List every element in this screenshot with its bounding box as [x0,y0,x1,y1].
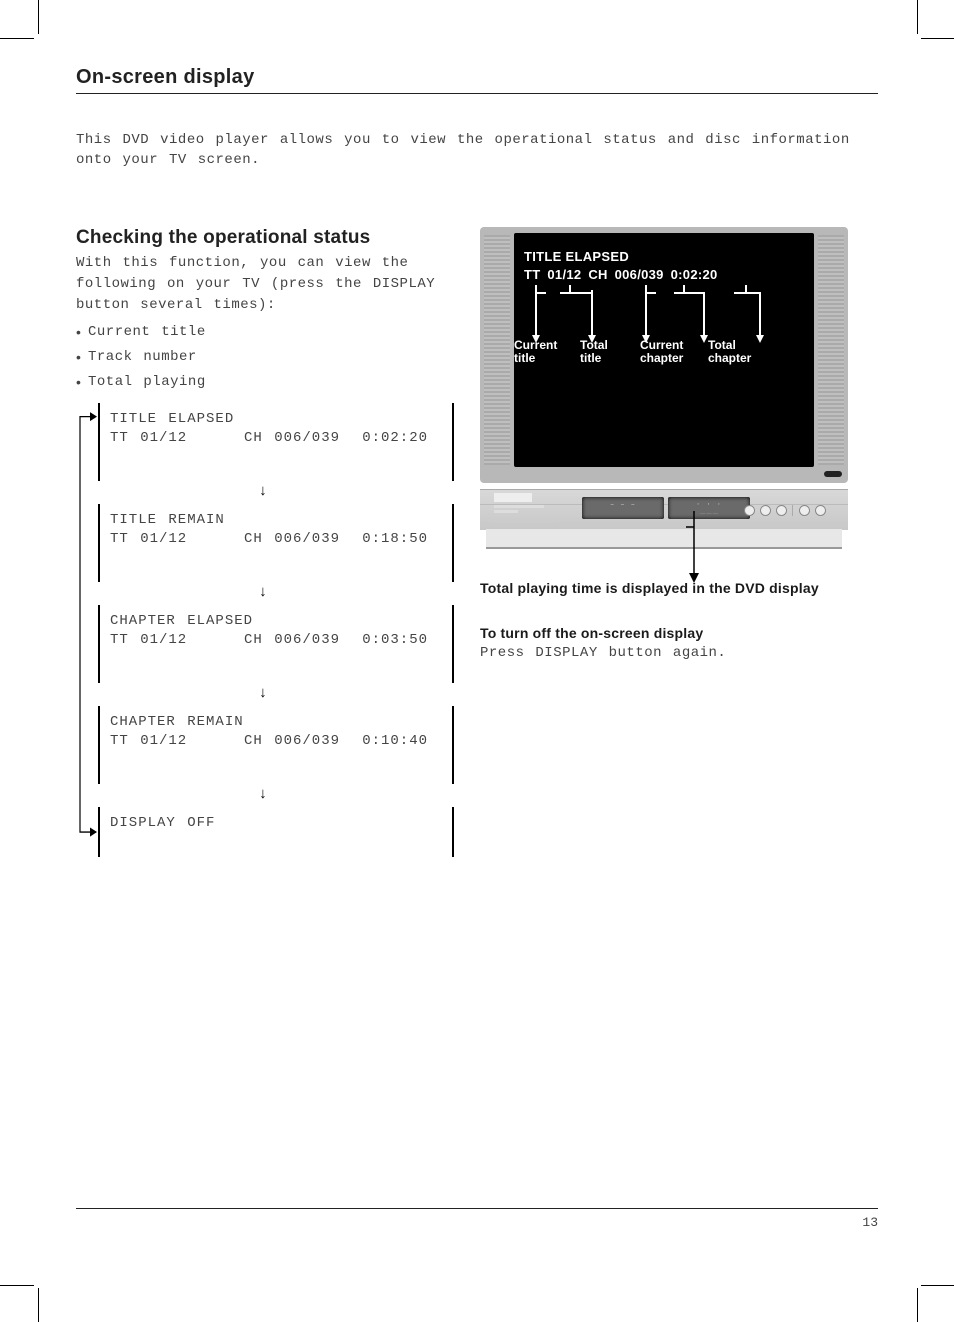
dvd-button-icon [744,505,755,516]
tv-caption: Total playing time is displayed in the D… [480,579,878,598]
page-footer: 13 [76,1208,878,1230]
dvd-button-icon [799,505,810,516]
state-flow: TITLE ELAPSED TT 01/12 CH 006/039 0:02:2… [98,403,454,857]
tv-speaker-left [484,235,510,465]
osd-line1: TITLE ELAPSED [524,249,810,264]
pointer-arrow-icon [692,511,694,567]
title-field: TT 01/12 [110,632,244,648]
callout-label: Current [514,338,557,352]
display-state-box: CHAPTER ELAPSED TT 01/12 CH 006/039 0:03… [98,605,454,683]
bullet-list: •Current title •Track number •Total play… [76,322,454,393]
left-column: Checking the operational status With thi… [76,227,454,857]
callout-label: Total [708,338,736,352]
down-arrow-icon: ↓ [98,685,428,702]
tv-led-icon [824,471,842,477]
list-item: •Track number [76,347,454,368]
chapter-field: CH 006/039 [244,733,358,749]
state-label: CHAPTER ELAPSED [110,613,442,629]
display-state-box: TITLE ELAPSED TT 01/12 CH 006/039 0:02:2… [98,403,454,481]
dvd-button-icon [776,505,787,516]
time-field: 0:02:20 [358,430,428,446]
callout-label: title [580,351,601,365]
title-field: TT 01/12 [110,733,244,749]
list-item: •Current title [76,322,454,343]
callout-labels: Currenttitle Totaltitle Currentchapter T… [514,339,824,367]
state-label: CHAPTER REMAIN [110,714,442,730]
right-column: TITLE ELAPSED TT 01/12 CH 006/039 0:02:2… [480,227,878,857]
crop-mark [38,0,39,34]
list-item-label: Total playing [88,372,206,393]
bullet-icon: • [76,372,88,393]
display-state-box: TITLE REMAIN TT 01/12 CH 006/039 0:18:50 [98,504,454,582]
dvd-stand [486,529,842,549]
separator-icon [792,505,794,516]
down-arrow-icon: ↓ [98,483,428,500]
chapter-field: CH 006/039 [244,531,358,547]
dvd-text [494,510,518,513]
list-item-label: Current title [88,322,206,343]
chapter-field: CH 006/039 [244,430,358,446]
page-title: On-screen display [76,66,878,94]
section-heading: Checking the operational status [76,227,454,249]
display-state-box: CHAPTER REMAIN TT 01/12 CH 006/039 0:10:… [98,706,454,784]
crop-mark [38,1288,39,1322]
osd-line2: TT 01/12 CH 006/039 0:02:20 [524,267,810,282]
subsection-body: Press DISPLAY button again. [480,643,878,664]
dvd-badge [494,493,532,502]
intro-paragraph: This DVD video player allows you to view… [76,130,878,171]
bullet-icon: • [76,322,88,343]
dvd-text [494,520,554,523]
down-arrow-icon: ↓ [98,786,428,803]
page-number: 13 [76,1215,878,1230]
title-field: TT 01/12 [110,531,244,547]
callout-label: chapter [708,351,751,365]
time-field: 0:10:40 [358,733,428,749]
state-label: TITLE ELAPSED [110,411,442,427]
crop-mark [0,1285,34,1286]
state-label: DISPLAY OFF [110,815,442,831]
list-item: •Total playing [76,372,454,393]
crop-mark [921,1285,954,1286]
subsection-heading: To turn off the on-screen display [480,625,878,641]
section-lead: With this function, you can view the fol… [76,253,454,316]
dvd-text [494,505,544,508]
dvd-buttons [744,505,826,516]
page-content: On-screen display This DVD video player … [76,66,878,857]
tv-illustration: TITLE ELAPSED TT 01/12 CH 006/039 0:02:2… [480,227,848,547]
callout-label: chapter [640,351,683,365]
crop-mark [917,0,918,34]
callout-label: Current [640,338,683,352]
time-field: 0:18:50 [358,531,428,547]
osd-overlay: TITLE ELAPSED TT 01/12 CH 006/039 0:02:2… [524,249,810,282]
time-field: 0:03:50 [358,632,428,648]
dvd-display-panel: · · ·— — — [668,497,750,519]
crop-mark [917,1288,918,1322]
bullet-icon: • [76,347,88,368]
dvd-button-icon [760,505,771,516]
down-arrow-icon: ↓ [98,584,428,601]
callout-label: Total [580,338,608,352]
dvd-button-icon [815,505,826,516]
crop-mark [921,38,954,39]
chapter-field: CH 006/039 [244,632,358,648]
state-label: TITLE REMAIN [110,512,442,528]
cycle-arrow-icon [76,403,98,857]
display-state-box: DISPLAY OFF [98,807,454,857]
callout-label: title [514,351,535,365]
dvd-tray: – – – [582,497,664,519]
manual-page: On-screen display This DVD video player … [0,0,954,1322]
crop-mark [0,38,34,39]
footer-rule [76,1208,878,1209]
list-item-label: Track number [88,347,197,368]
title-field: TT 01/12 [110,430,244,446]
